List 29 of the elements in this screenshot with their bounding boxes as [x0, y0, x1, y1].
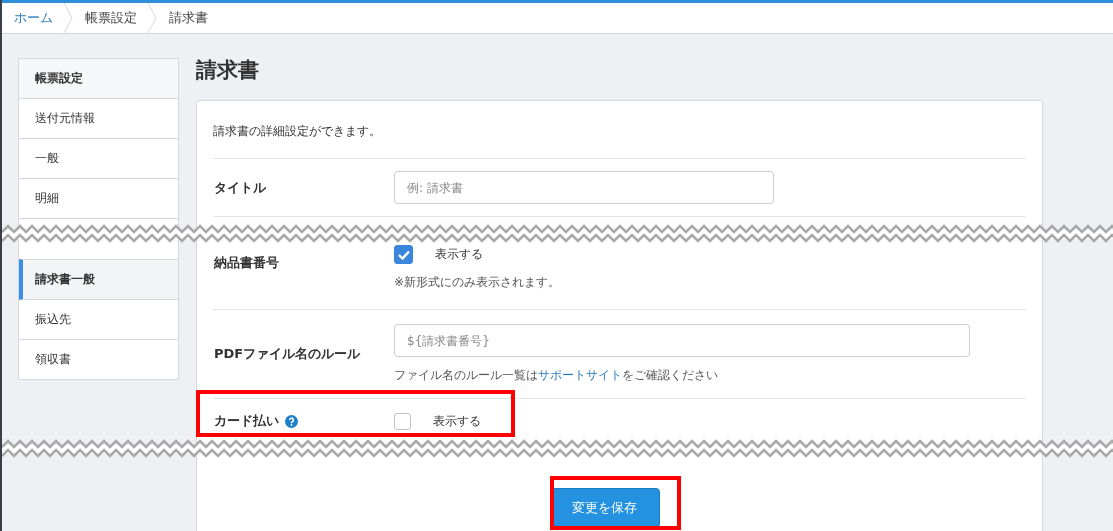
- support-link[interactable]: サポートサイト: [538, 368, 622, 382]
- text-field[interactable]: ${請求書番号}: [394, 324, 970, 357]
- field-label: 納品書番号: [214, 254, 279, 272]
- sidebar-item[interactable]: 振込先: [19, 300, 178, 340]
- field-label: カード払い: [214, 412, 279, 430]
- help-icon[interactable]: [285, 414, 298, 428]
- field-label: タイトル: [214, 178, 266, 197]
- sidebar-item[interactable]: 明細: [19, 179, 178, 219]
- breadcrumb-item: 帳票設定: [84, 9, 138, 27]
- sidebar-item[interactable]: 一般: [19, 139, 178, 179]
- checkbox[interactable]: [394, 412, 411, 430]
- note-text: ※新形式にのみ表示されます。: [394, 274, 562, 291]
- checkbox-label: 表示する: [435, 246, 483, 263]
- page-title: 請求書: [196, 58, 260, 84]
- chevron-icon: [147, 3, 157, 33]
- sidebar-item[interactable]: 領収書: [19, 340, 178, 379]
- chevron-icon: [63, 3, 73, 33]
- help-text: ファイル名のルール一覧はサポートサイト をご確認ください: [394, 367, 719, 384]
- field-label: PDFファイル名のルール: [214, 345, 361, 363]
- breadcrumb-item: 請求書: [168, 9, 209, 27]
- checkmark-icon: [397, 249, 410, 260]
- breadcrumb-item[interactable]: ホーム: [12, 9, 63, 27]
- sidebar-header: 帳票設定: [19, 59, 178, 99]
- checkbox-label: 表示する: [433, 412, 481, 430]
- sidebar-item[interactable]: 送付元情報: [19, 99, 178, 139]
- sidebar-item[interactable]: 請求書一般: [19, 259, 178, 300]
- text-field[interactable]: 例: 請求書: [394, 171, 774, 204]
- description-text: 請求書の詳細設定ができます。: [213, 101, 1026, 159]
- checkbox[interactable]: [394, 245, 413, 264]
